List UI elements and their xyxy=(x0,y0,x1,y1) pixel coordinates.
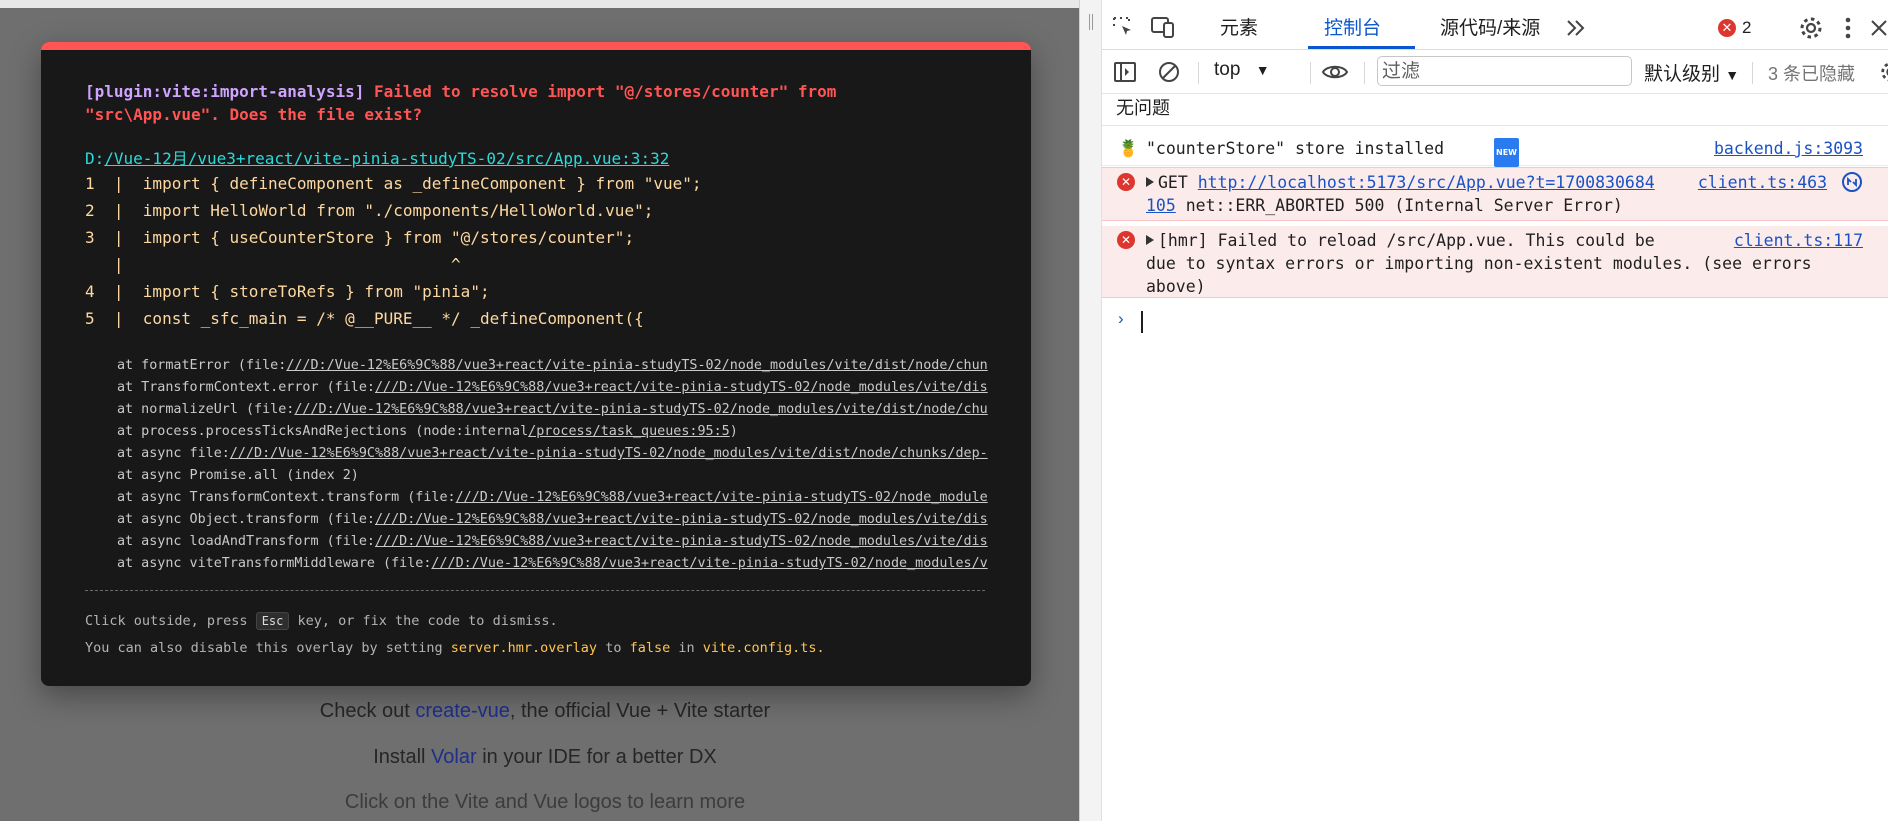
stack-trace-line: at async TransformContext.transform (fil… xyxy=(117,490,988,505)
overlay-divider xyxy=(85,590,985,591)
expand-arrow-icon[interactable] xyxy=(1146,177,1154,187)
message-source-link[interactable]: client.ts:117 xyxy=(1734,229,1863,252)
code-frame-line: 3 | import { useCounterStore } from "@/s… xyxy=(85,228,635,247)
context-dropdown-icon: ▼ xyxy=(1255,62,1270,78)
stack-trace-line: at async loadAndTransform (file:///D:/Vu… xyxy=(117,534,988,549)
settings-gear-icon[interactable] xyxy=(1797,14,1825,42)
sidebar-toggle-icon[interactable] xyxy=(1112,59,1138,85)
stack-trace-line: at async Object.transform (file:///D:/Vu… xyxy=(117,512,988,527)
stack-trace-link[interactable]: ///D:/Vue-12%E6%9C%88/vue3+react/vite-pi… xyxy=(375,512,988,527)
code-frame-line: 5 | const _sfc_main = /* @__PURE__ */ _d… xyxy=(85,309,644,328)
page-viewport: Check out create-vue, the official Vue +… xyxy=(0,0,1079,821)
network-request-icon[interactable] xyxy=(1841,171,1863,199)
request-url-link-cont[interactable]: 105 xyxy=(1146,196,1176,215)
code-frame-line: | ^ xyxy=(85,255,461,274)
level-dropdown-icon: ▼ xyxy=(1725,67,1740,83)
live-expression-eye-icon[interactable] xyxy=(1320,59,1350,85)
stack-trace-link[interactable]: ///D:/Vue-12%E6%9C%88/vue3+react/vite-pi… xyxy=(286,358,987,373)
stack-trace-link[interactable]: ///D:/Vue-12%E6%9C%88/vue3+react/vite-pi… xyxy=(456,490,988,505)
vite-error-overlay[interactable]: [plugin:vite:import-analysis] Failed to … xyxy=(41,42,1031,686)
error-message: [plugin:vite:import-analysis] Failed to … xyxy=(85,80,985,126)
console-prompt-icon: › xyxy=(1118,309,1124,328)
clear-console-icon[interactable] xyxy=(1156,59,1182,85)
console-filter-input[interactable] xyxy=(1377,56,1632,86)
message-source-link[interactable]: client.ts:463 xyxy=(1698,171,1827,194)
esc-key: Esc xyxy=(255,612,290,630)
error-plugin-name: [plugin:vite:import-analysis] xyxy=(85,82,365,101)
stack-trace-line: at async file:///D:/Vue-12%E6%9C%88/vue3… xyxy=(117,446,988,461)
tab-console-indicator xyxy=(1308,46,1415,49)
devtools-resize-handle[interactable] xyxy=(1080,0,1102,821)
inspect-element-icon[interactable] xyxy=(1110,14,1136,40)
page-text-create-vue: Check out create-vue, the official Vue +… xyxy=(319,700,771,722)
close-devtools-icon[interactable] xyxy=(1868,14,1888,42)
code-frame-line: 1 | import { defineComponent as _defineC… xyxy=(85,174,702,193)
hidden-messages-count[interactable]: 3 条已隐藏 xyxy=(1768,60,1855,86)
code-frame-line: 2 | import HelloWorld from "./components… xyxy=(85,201,654,220)
new-badge-icon: NEW xyxy=(1494,138,1519,167)
stack-trace-line: at process.processTicksAndRejections (no… xyxy=(117,424,738,439)
tab-sources[interactable]: 源代码/来源 xyxy=(1440,0,1540,50)
more-tabs-icon[interactable] xyxy=(1564,16,1588,40)
request-url-link[interactable]: http://localhost:5173/src/App.vue?t=1700… xyxy=(1198,173,1655,192)
stack-trace-line: at TransformContext.error (file:///D:/Vu… xyxy=(117,380,988,395)
tab-console[interactable]: 控制台 xyxy=(1324,0,1381,50)
code-frame-line: 4 | import { storeToRefs } from "pinia"; xyxy=(85,282,490,301)
error-icon: ✕ xyxy=(1718,19,1736,37)
page-text-volar: Install Volar in your IDE for a better D… xyxy=(373,746,717,768)
expand-arrow-icon[interactable] xyxy=(1146,235,1154,245)
stack-trace-link[interactable]: ///D:/Vue-12%E6%9C%88/vue3+react/vite-pi… xyxy=(431,556,987,571)
stack-trace: at formatError (file:///D:/Vue-12%E6%9C%… xyxy=(117,355,1029,575)
tab-elements[interactable]: 元素 xyxy=(1220,0,1258,50)
device-toolbar-icon[interactable] xyxy=(1149,14,1177,40)
context-selector[interactable]: top ▼ xyxy=(1214,59,1270,81)
stack-trace-link[interactable]: ///D:/Vue-12%E6%9C%88/vue3+react/vite-pi… xyxy=(375,534,988,549)
log-level-selector[interactable]: 默认级别 ▼ xyxy=(1644,59,1739,86)
error-icon: ✕ xyxy=(1117,231,1135,249)
code-frame: 1 | import { defineComponent as _defineC… xyxy=(85,170,702,332)
stack-trace-link[interactable]: ///D:/Vue-12%E6%9C%88/vue3+react/vite-pi… xyxy=(294,402,987,417)
more-options-icon[interactable] xyxy=(1840,14,1856,42)
stack-trace-line: at async Promise.all (index 2) xyxy=(117,468,359,483)
console-toolbar: top ▼ 默认级别 ▼ 3 条已隐藏 xyxy=(1102,50,1888,94)
stack-trace-link[interactable]: ///D:/Vue-12%E6%9C%88/vue3+react/vite-pi… xyxy=(375,380,988,395)
pineapple-icon: 🍍 xyxy=(1118,139,1139,158)
error-count-badge[interactable]: ✕ 2 xyxy=(1718,18,1751,38)
stack-trace-line: at normalizeUrl (file:///D:/Vue-12%E6%9C… xyxy=(117,402,988,417)
overlay-tip: Click outside, press Esc key, or fix the… xyxy=(85,612,825,656)
message-source-link[interactable]: backend.js:3093 xyxy=(1714,137,1863,160)
volar-link[interactable]: Volar xyxy=(431,746,477,768)
issues-divider xyxy=(1102,125,1888,126)
console-message-error[interactable]: ✕ GET http://localhost:5173/src/App.vue?… xyxy=(1102,167,1888,221)
page-top-strip xyxy=(0,0,1079,8)
console-settings-gear-icon[interactable] xyxy=(1878,59,1888,85)
stack-trace-link[interactable]: /process/task_queues:95:5 xyxy=(528,424,730,439)
page-text-logos: Click on the Vite and Vue logos to learn… xyxy=(344,791,746,813)
console-input[interactable] xyxy=(1141,311,1143,333)
create-vue-link[interactable]: create-vue xyxy=(415,700,510,722)
devtools-panel: 元素 控制台 源代码/来源 ✕2 top ▼ 默认级 xyxy=(1079,0,1888,821)
devtools-tab-bar: 元素 控制台 源代码/来源 ✕ 2 xyxy=(1102,0,1888,50)
error-icon: ✕ xyxy=(1117,173,1135,191)
console-message-error[interactable]: ✕ [hmr] Failed to reload /src/App.vue. T… xyxy=(1102,226,1888,298)
stack-trace-line: at async viteTransformMiddleware (file:/… xyxy=(117,556,988,571)
issues-summary[interactable]: 无问题 xyxy=(1116,96,1170,120)
console-message-info: 🍍 "counterStore" store installed NEW bac… xyxy=(1102,134,1888,167)
error-file-link[interactable]: D:/Vue-12月/vue3+react/vite-pinia-studyTS… xyxy=(85,145,669,169)
overlay-accent-bar xyxy=(41,42,1031,50)
stack-trace-link[interactable]: ///D:/Vue-12%E6%9C%88/vue3+react/vite-pi… xyxy=(230,446,988,461)
stack-trace-line: at formatError (file:///D:/Vue-12%E6%9C%… xyxy=(117,358,988,373)
